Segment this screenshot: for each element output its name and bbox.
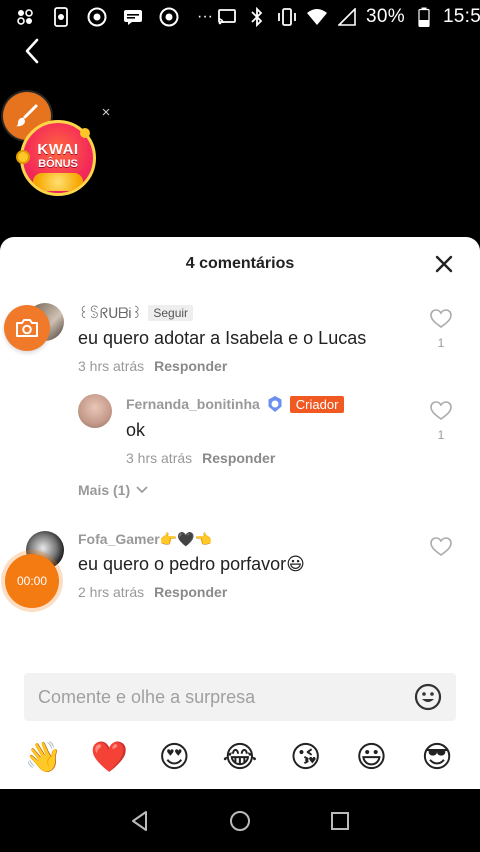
- chrome-icon: [86, 7, 108, 27]
- comment-time: 3 hrs atrás: [78, 358, 145, 374]
- back-button[interactable]: [18, 36, 48, 66]
- vibrate-icon: [276, 7, 298, 27]
- clock: 15:58: [442, 6, 480, 27]
- wifi-icon: [306, 7, 328, 27]
- comment-input-placeholder: Comente e olhe a surpresa: [38, 686, 256, 707]
- creator-badge: Criador: [289, 395, 345, 413]
- verified-badge-icon: [268, 396, 282, 412]
- notification-icon: [50, 7, 72, 27]
- camera-icon: [16, 319, 38, 337]
- quick-emoji-row: 👋 ❤️ 😍 😂 😘 😃 😎: [0, 736, 480, 780]
- nav-recents-icon[interactable]: [328, 809, 352, 833]
- message-icon: [122, 7, 144, 27]
- emoji-picker-icon[interactable]: [414, 683, 442, 711]
- comment-author[interactable]: ꒰ꌗᖇᑌᗷᎥ꒱ Seguir: [78, 304, 194, 322]
- comments-count-title: 4 comentários: [185, 255, 295, 272]
- comment-text: eu quero adotar a Isabela e o Lucas: [78, 328, 367, 348]
- heart-icon: [430, 401, 452, 420]
- heart-icon: [430, 309, 452, 328]
- comment-meta: 3 hrs atrás Responder: [126, 450, 275, 466]
- nav-home-icon[interactable]: [228, 809, 252, 833]
- emoji-sunglasses[interactable]: 😎: [419, 740, 455, 776]
- nav-back-icon[interactable]: [128, 809, 152, 833]
- brush-icon: [16, 104, 38, 127]
- status-notifications: ···: [14, 7, 216, 27]
- heart-icon: [430, 537, 452, 556]
- bonus-title: KWAI: [37, 141, 79, 158]
- username: Fernanda_bonitinha: [126, 396, 260, 412]
- close-bonus-button[interactable]: ×: [99, 105, 113, 120]
- like-button[interactable]: [430, 537, 452, 562]
- status-system: 30% 15:58: [216, 6, 480, 28]
- emoji-heart-eyes[interactable]: 😍: [156, 740, 192, 776]
- comment-meta: 3 hrs atrás Responder: [78, 358, 227, 374]
- chrome-icon: [158, 7, 180, 27]
- emoji-laughing[interactable]: 😂: [222, 740, 258, 776]
- navigation-bar: [0, 789, 480, 852]
- reply-button[interactable]: Responder: [154, 358, 227, 374]
- cast-icon: [216, 7, 238, 27]
- coins-icon: [33, 173, 83, 191]
- battery-icon: [413, 7, 435, 27]
- chevron-left-icon: [25, 38, 39, 64]
- like-button[interactable]: 1: [430, 401, 452, 442]
- app-icon: [14, 7, 36, 27]
- signal-icon: [336, 7, 358, 27]
- emoji-kiss[interactable]: 😘: [288, 740, 324, 776]
- bonus-subtitle: BÔNUS: [38, 158, 78, 170]
- username: Fofa_Gamer👉🖤👈: [78, 531, 212, 547]
- camera-button[interactable]: [4, 305, 50, 351]
- avatar[interactable]: [78, 394, 112, 428]
- coin-icon: [80, 128, 90, 138]
- sheet-header: 4 comentários: [0, 237, 480, 291]
- bluetooth-icon: [246, 7, 268, 27]
- follow-button[interactable]: Seguir: [148, 305, 194, 321]
- like-button[interactable]: 1: [430, 309, 452, 350]
- more-replies-label: Mais (1): [78, 482, 131, 498]
- comment-input[interactable]: Comente e olhe a surpresa: [24, 673, 456, 721]
- close-icon: [435, 255, 453, 273]
- reply-button[interactable]: Responder: [154, 584, 227, 600]
- timer-button[interactable]: 00:00: [5, 554, 59, 608]
- comment-author[interactable]: Fofa_Gamer👉🖤👈: [78, 531, 212, 548]
- like-count: 1: [437, 428, 445, 442]
- comment-text: eu quero o pedro porfavor😃: [78, 554, 305, 574]
- emoji-heart[interactable]: ❤️: [91, 740, 128, 776]
- battery-percent: 30%: [366, 6, 405, 27]
- comment-text: ok: [126, 420, 146, 440]
- comment-time: 3 hrs atrás: [126, 450, 193, 466]
- like-count: 1: [437, 336, 445, 350]
- comment-meta: 2 hrs atrás Responder: [78, 584, 227, 600]
- close-sheet-button[interactable]: [434, 254, 454, 274]
- emoji-wave[interactable]: 👋: [25, 740, 62, 776]
- status-bar: ··· 30% 15:58: [0, 0, 480, 34]
- coin-icon: [16, 150, 30, 164]
- more-replies-button[interactable]: Mais (1): [78, 482, 148, 498]
- username: ꒰ꌗᖇᑌᗷᎥ꒱: [78, 305, 143, 321]
- more-icon: ···: [197, 8, 213, 25]
- emoji-smile[interactable]: 😃: [353, 740, 389, 776]
- comment-time: 2 hrs atrás: [78, 584, 145, 600]
- chevron-down-icon: [136, 486, 148, 494]
- comment-author[interactable]: Fernanda_bonitinha Criador: [126, 395, 345, 413]
- reply-button[interactable]: Responder: [202, 450, 275, 466]
